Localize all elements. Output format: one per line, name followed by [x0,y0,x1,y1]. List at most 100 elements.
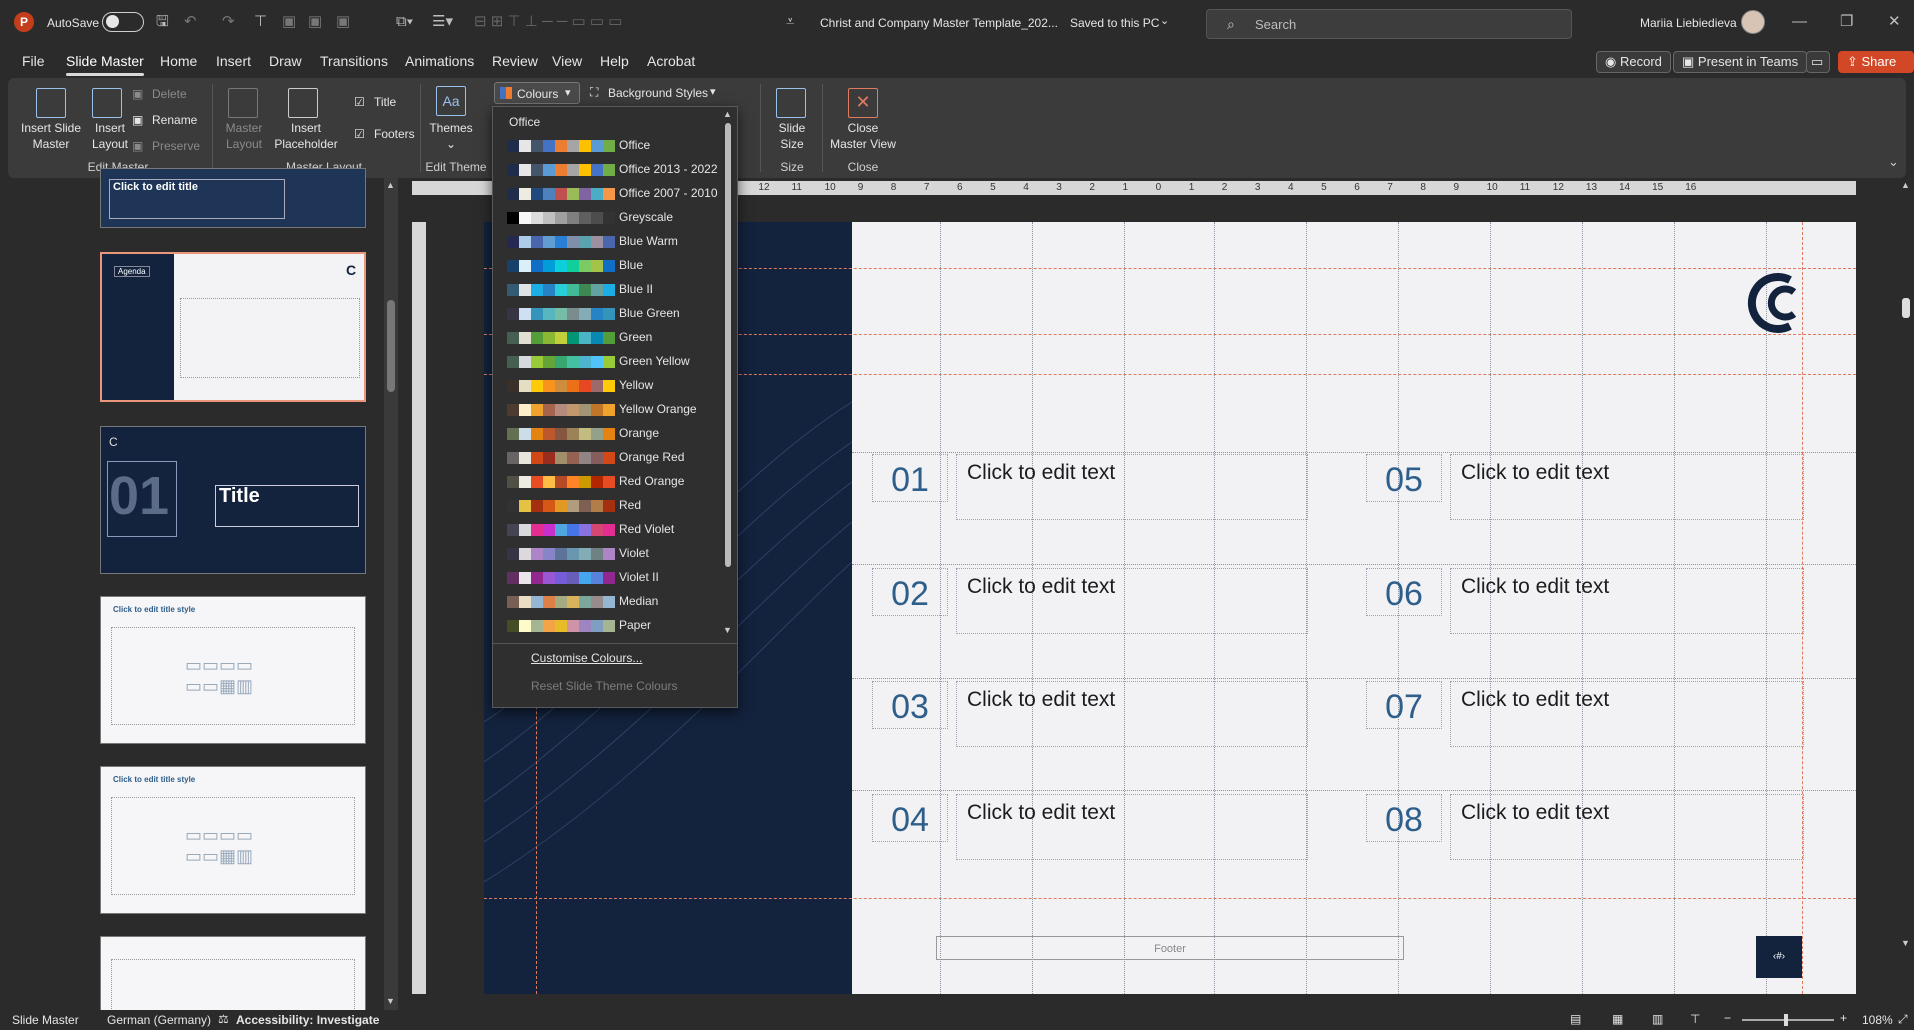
themes-button[interactable]: Themes [426,120,476,136]
agenda-number-box[interactable]: 08 [1366,794,1442,842]
agenda-text-box[interactable]: Click to edit text [956,794,1308,860]
master-layout-button[interactable]: Master Layout [220,120,268,152]
insert-slide-master-button[interactable]: Insert Slide Master [16,120,86,152]
redo-icon[interactable]: ↷ [222,12,235,32]
editor-scrollbar[interactable]: ▲ ▼ [1898,178,1914,1010]
thumbnail-title-slide[interactable]: C 01 Title [100,426,366,574]
document-title[interactable]: Christ and Company Master Template_202..… [820,16,1058,30]
language-status[interactable]: German (Germany) [107,1013,211,1027]
align-icon[interactable]: ☰▾ [432,12,453,32]
colour-scheme-item[interactable]: Paper [493,613,721,637]
customize-qat-icon[interactable]: ⩡ [786,12,794,32]
colour-scheme-item[interactable]: Violet II [493,565,721,589]
colour-scheme-item[interactable]: Greyscale [493,205,721,229]
close-master-view-button[interactable]: Close Master View [828,120,898,152]
rename-button[interactable]: Rename [152,112,197,128]
scroll-thumb[interactable] [387,300,395,392]
undo-icon[interactable]: ↶ [184,12,197,32]
thumbnail-scrollbar[interactable]: ▲ ▼ [384,178,398,1010]
colour-scheme-item[interactable]: Orange [493,421,721,445]
fit-slide-icon[interactable]: ⤢ [1898,1012,1908,1027]
insert-slide-master-icon[interactable] [36,88,66,118]
normal-view-icon[interactable]: ▤ [1570,1012,1581,1026]
thumbnail-content-slide-1[interactable]: Click to edit title style ▭▭▭▭ ▭▭▦▥ [100,596,366,744]
delete-button[interactable]: Delete [152,86,187,102]
tab-file[interactable]: File [22,53,45,69]
zoom-slider-thumb[interactable] [1784,1014,1788,1026]
qat-icon-4[interactable]: ⊟ ⊞ ⊤ ⊥ ─ ─ ▭ ▭ ▭ [474,12,622,32]
zoom-level[interactable]: 108% [1862,1013,1893,1027]
tab-slide-master[interactable]: Slide Master [66,53,144,76]
share-button[interactable]: ⇪ Share ▾ [1838,51,1914,89]
master-layout-icon[interactable] [228,88,258,118]
autosave-toggle[interactable] [102,12,144,32]
scroll-up-icon[interactable]: ▲ [1901,180,1910,190]
customise-colours-item[interactable]: Customise Colours... [531,651,642,665]
agenda-text-box[interactable]: Click to edit text [1450,454,1804,520]
colour-scheme-item[interactable]: Green Yellow [493,349,721,373]
avatar[interactable] [1741,10,1765,34]
agenda-number-box[interactable]: 06 [1366,568,1442,616]
colour-scheme-item[interactable]: Yellow [493,373,721,397]
slide-size-button[interactable]: Slide Size [772,120,812,152]
tab-home[interactable]: Home [160,53,197,69]
tab-draw[interactable]: Draw [269,53,302,69]
present-in-teams-button[interactable]: ▣ Present in Teams [1673,51,1808,73]
comments-button[interactable]: ▭ [1806,51,1830,73]
background-styles-button[interactable]: ⛶ Background Styles ▾ [586,82,722,104]
agenda-text-box[interactable]: Click to edit text [1450,681,1804,747]
colour-scheme-item[interactable]: Median [493,589,721,613]
scroll-thumb[interactable] [1902,298,1910,318]
scroll-down-icon[interactable]: ▼ [386,996,395,1006]
scroll-up-icon[interactable]: ▲ [723,109,732,119]
agenda-text-box[interactable]: Click to edit text [1450,794,1804,860]
agenda-text-box[interactable]: Click to edit text [956,454,1308,520]
save-icon[interactable]: 🖫 [156,12,169,32]
dropdown-scrollbar[interactable]: ▲ ▼ [721,109,735,639]
collapse-ribbon-icon[interactable]: ⌄ [1888,154,1899,170]
agenda-text-box[interactable]: Click to edit text [1450,568,1804,634]
agenda-number-box[interactable]: 07 [1366,681,1442,729]
agenda-number-box[interactable]: 01 [872,454,948,502]
agenda-text-box[interactable]: Click to edit text [956,681,1308,747]
tab-view[interactable]: View [552,53,582,69]
footers-checkbox[interactable]: ☑ [354,126,365,142]
colour-scheme-item[interactable]: Orange Red [493,445,721,469]
tab-acrobat[interactable]: Acrobat [647,53,695,69]
agenda-number-box[interactable]: 04 [872,794,948,842]
agenda-text-box[interactable]: Click to edit text [956,568,1308,634]
thumbnail-agenda[interactable]: Agenda C [100,252,366,402]
insert-placeholder-icon[interactable] [288,88,318,118]
thumbnail-content-slide-3[interactable] [100,936,366,1016]
thumbnail-content-slide-2[interactable]: Click to edit title style ▭▭▭▭ ▭▭▦▥ [100,766,366,914]
presenter-icon[interactable]: ⊤ [1690,1012,1700,1026]
tab-animations[interactable]: Animations [405,53,474,69]
colour-scheme-item[interactable]: Office [493,133,721,157]
colour-scheme-item[interactable]: Blue Warm [493,229,721,253]
save-status[interactable]: Saved to this PC [1070,16,1159,30]
user-name[interactable]: Mariia Liebiedieva [1640,16,1737,30]
tab-insert[interactable]: Insert [216,53,251,69]
close-icon[interactable]: ✕ [1888,12,1901,32]
guide-horizontal[interactable] [484,898,1856,899]
slide-number-placeholder[interactable]: ‹#› [1756,936,1802,978]
tab-help[interactable]: Help [600,53,629,69]
colour-scheme-item[interactable]: Blue II [493,277,721,301]
agenda-number-box[interactable]: 03 [872,681,948,729]
colour-scheme-item[interactable]: Blue Green [493,301,721,325]
record-button[interactable]: ◉ Record [1596,51,1671,73]
scroll-down-icon[interactable]: ▼ [723,625,732,635]
colour-scheme-item[interactable]: Green [493,325,721,349]
colour-scheme-item[interactable]: Red Violet [493,517,721,541]
tab-transitions[interactable]: Transitions [320,53,388,69]
agenda-number-box[interactable]: 02 [872,568,948,616]
restore-icon[interactable]: ❐ [1840,12,1853,32]
zoom-slider[interactable] [1742,1014,1834,1026]
scroll-up-icon[interactable]: ▲ [386,180,395,190]
reading-view-icon[interactable]: ▥ [1652,1012,1663,1026]
present-icon[interactable]: ⊤ [254,12,267,32]
slide-sorter-icon[interactable]: ▦ [1612,1012,1623,1026]
close-master-view-icon[interactable]: ✕ [848,88,878,118]
zoom-out-icon[interactable]: − [1724,1011,1731,1025]
colour-scheme-item[interactable]: Office 2007 - 2010 [493,181,721,205]
